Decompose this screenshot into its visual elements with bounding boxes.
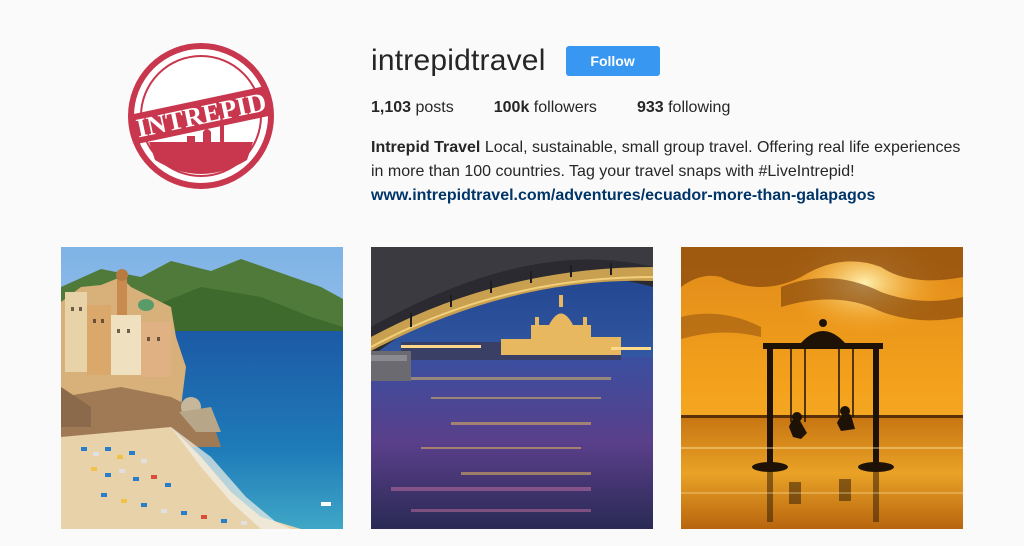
following-label: following bbox=[668, 99, 731, 116]
post-thumbnail-swing-sunset[interactable] bbox=[681, 247, 963, 529]
bio-full-name: Intrepid Travel bbox=[371, 139, 481, 156]
photo-grid bbox=[61, 247, 963, 529]
coastal-village-image bbox=[61, 247, 343, 529]
followers-label: followers bbox=[533, 99, 597, 116]
post-thumbnail-coastal-village[interactable] bbox=[61, 247, 343, 529]
profile-header: intrepidtravel Follow 1,103 posts 100k f… bbox=[371, 40, 991, 208]
post-thumbnail-bridge-dusk[interactable] bbox=[371, 247, 653, 529]
profile-avatar[interactable]: INTREPID bbox=[127, 42, 275, 190]
stat-followers[interactable]: 100k followers bbox=[494, 96, 597, 120]
follow-button[interactable]: Follow bbox=[565, 46, 660, 76]
bridge-dusk-image bbox=[371, 247, 653, 529]
profile-page: INTREPID intrepidtravel Follow 1,103 pos… bbox=[0, 0, 1024, 546]
stat-following[interactable]: 933 following bbox=[637, 96, 730, 120]
posts-label: posts bbox=[415, 99, 454, 116]
stat-posts: 1,103 posts bbox=[371, 96, 454, 120]
followers-count: 100k bbox=[493, 99, 530, 116]
posts-count: 1,103 bbox=[371, 99, 412, 116]
profile-username: intrepidtravel bbox=[371, 44, 546, 77]
intrepid-logo-icon: INTREPID bbox=[128, 43, 274, 189]
profile-stats: 1,103 posts 100k followers 933 following bbox=[371, 96, 991, 120]
bio-website-link[interactable]: www.intrepidtravel.com/adventures/ecuado… bbox=[371, 184, 971, 208]
swing-sunset-image bbox=[681, 247, 963, 529]
title-row: intrepidtravel Follow bbox=[371, 40, 991, 82]
profile-bio: Intrepid Travel Local, sustainable, smal… bbox=[371, 136, 971, 208]
following-count: 933 bbox=[636, 99, 664, 116]
